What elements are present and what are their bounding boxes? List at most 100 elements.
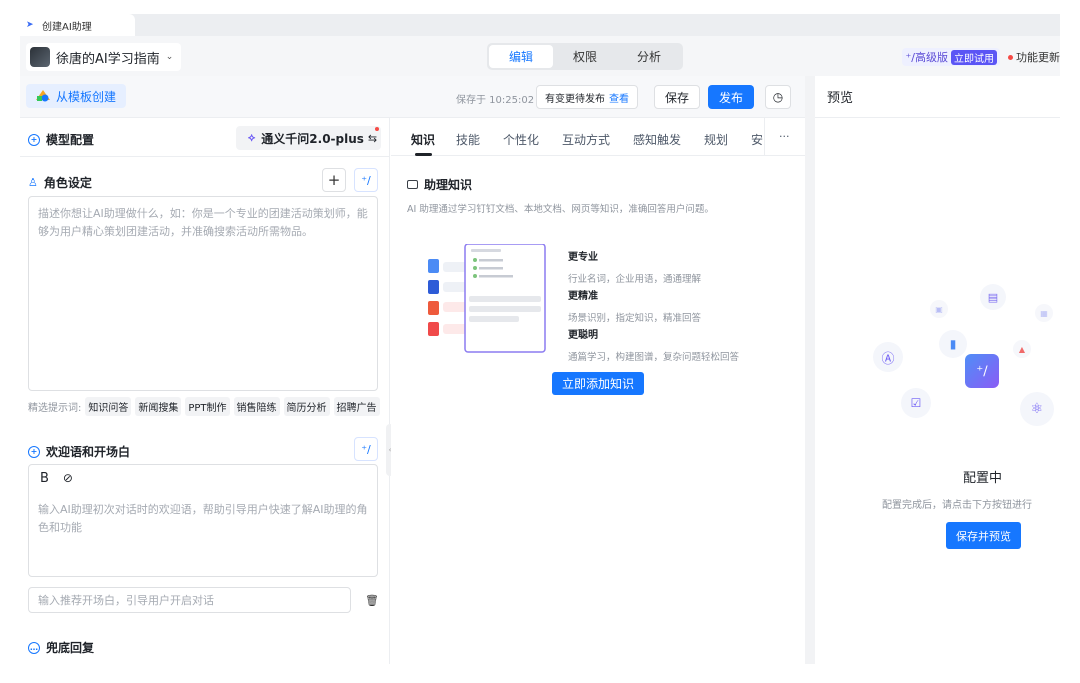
editor-panel: 从模板创建 保存于 10:25:02 有变更待发布 查看 保存 发布 ◷ + 模… [20,76,805,664]
browser-tab-title: 创建AI助理 [42,21,92,33]
create-from-template-button[interactable]: 从模板创建 [26,84,127,108]
model-config-header[interactable]: + 模型配置 [28,131,94,148]
agent-name: 徐唐的AI学习指南 [56,51,160,67]
notification-dot [375,127,379,131]
example-chip[interactable]: 简历分析 [283,397,330,416]
more-icon[interactable]: ··· [779,130,790,143]
plus-circle-icon: + [28,133,40,146]
pro-badge[interactable]: ⁺∕ 高级版 立即试用 [902,48,1000,66]
feature-title: 更精准 [568,291,598,302]
save-button[interactable]: 保存 [654,85,701,109]
trash-icon[interactable]: 🗑︎ [365,594,379,607]
pdf-icon: ▲ [1013,340,1031,358]
ai-assistant-icon: ⁺∕ [965,354,999,388]
pro-trial-button[interactable]: 立即试用 [951,49,997,65]
pro-label: 高级版 [915,51,948,64]
feature-desc: 行业名词，企业用语，通通理解 [568,274,702,285]
example-chip[interactable]: 知识问答 [85,397,132,416]
capability-tabs: 知识 技能 个性化 互动方式 感知触发 规划 安 ··· [391,118,805,156]
top-right-actions: ⁺∕ 高级版 立即试用 功能更新 [902,48,1060,66]
publish-button[interactable]: 发布 [708,85,754,109]
opener-input[interactable]: 输入推荐开场白，引导用户开启对话 [28,587,351,613]
welcome-header[interactable]: + 欢迎语和开场白 [28,443,130,460]
bold-icon[interactable]: B [40,471,49,486]
save-and-preview-button[interactable]: 保存并预览 [946,522,1021,549]
tab-personalization[interactable]: 个性化 [503,131,539,148]
example-chip[interactable]: 销售陪练 [233,397,280,416]
knowledge-illustration [427,243,557,358]
divider [20,156,390,157]
opener-placeholder: 输入推荐开场白，引导用户开启对话 [38,594,214,607]
fallback-section-title: 兜底回复 [46,641,95,655]
feature-item: 更专业 行业名词，企业用语，通通理解 [568,248,701,285]
plus-icon: + [327,171,341,189]
app-logo-icon: ➤ [26,20,34,30]
ai-optimize-button[interactable]: ⁺∕ [354,168,378,192]
preview-hint: 配置完成后，请点击下方按钮进行 [882,500,1032,511]
doc-icon: ▤ [980,284,1006,310]
tab-skills[interactable]: 技能 [456,131,480,148]
link-icon[interactable]: ⊘ [63,471,73,486]
ai-optimize-button[interactable]: ⁺∕ [354,437,378,461]
magic-wand-icon: ⁺∕ [361,442,371,456]
welcome-placeholder: 输入AI助理初次对话时的欢迎语，帮助引导用户快速了解AI助理的角色和功能 [38,503,368,534]
magic-wand-icon: ⁺∕ [361,173,371,187]
app-window: ➤ 创建AI助理 徐唐的AI学习指南 ⌄ 编辑 权限 分析 ⁺∕ 高级版 立即试… [20,14,1060,664]
role-header: ♙ 角色设定 [28,174,92,191]
knowledge-title: 助理知识 [407,176,472,193]
feature-desc: 场景识别，指定知识，精准回答 [568,313,702,324]
mode-tabs: 编辑 权限 分析 [487,43,683,70]
model-icon: ⟡ [248,131,256,144]
example-chip[interactable]: PPT制作 [185,397,230,416]
welcome-section-title: 欢迎语和开场白 [46,445,131,459]
feature-title: 更专业 [568,252,598,263]
example-chip[interactable]: 新闻搜集 [135,397,182,416]
config-column: + 模型配置 ⟡ 通义千问2.0-plus ⇆ ♙ 角色设定 + ⁺∕ 描述你想… [20,118,394,664]
tab-analytics[interactable]: 分析 [617,45,681,68]
fallback-header[interactable]: … 兜底回复 [28,639,94,656]
tab-planning[interactable]: 规划 [704,131,728,148]
role-textarea[interactable]: 描述你想让AI助理做什么，如：你是一个专业的团建活动策划师，能够为用户精心策划团… [28,196,378,391]
database-icon [407,180,418,189]
add-knowledge-button[interactable]: 立即添加知识 [552,372,644,395]
tab-knowledge[interactable]: 知识 [411,131,435,148]
history-button[interactable]: ◷ [765,85,791,109]
feature-update-link[interactable]: 功能更新 [1008,49,1060,65]
model-selector[interactable]: ⟡ 通义千问2.0-plus ⇆ [236,126,381,150]
browser-tab[interactable]: ➤ 创建AI助理 [20,14,135,36]
tab-perception[interactable]: 感知触发 [633,131,681,148]
preview-panel: 预览 ▤ ▣ ▦ ▮ ▲ Ⓐ ⁺∕ ☑ ⚛ 配置中 配置完成后，请点击下方按钮进… [815,76,1060,664]
active-tab-indicator [415,153,432,156]
example-chip[interactable]: 招聘广告 [333,397,380,416]
compass-icon: Ⓐ [873,342,903,372]
feature-item: 更精准 场景识别，指定知识，精准回答 [568,287,701,324]
rich-text-toolbar: B ⊘ [40,471,73,486]
grid-icon: ▦ [1035,304,1053,322]
tab-security[interactable]: 安 [751,131,763,148]
pending-changes: 有变更待发布 查看 [536,85,638,109]
examples-label: 精选提示词: [28,403,82,414]
add-button[interactable]: + [322,168,346,192]
agent-selector[interactable]: 徐唐的AI学习指南 ⌄ [26,43,182,71]
atom-icon: ⚛ [1020,392,1054,426]
chevron-down-icon: ⌄ [165,52,174,62]
tab-interaction[interactable]: 互动方式 [562,131,610,148]
feature-item: 更聪明 通篇学习，构建图谱，复杂问题轻松回答 [568,326,739,363]
browser-tabstrip: ➤ 创建AI助理 [20,14,1060,36]
feature-title: 更聪明 [568,330,598,341]
pending-text: 有变更待发布 [545,93,605,105]
user-icon: ♙ [28,176,38,189]
magic-wand-icon: ⁺∕ [905,50,915,64]
chat-icon: … [28,641,40,654]
divider [764,118,765,156]
welcome-editor[interactable]: 输入AI助理初次对话时的欢迎语，帮助引导用户快速了解AI助理的角色和功能 [28,464,378,577]
notification-dot [1008,54,1013,60]
preview-illustration: ▤ ▣ ▦ ▮ ▲ Ⓐ ⁺∕ ☑ ⚛ [865,276,1060,446]
top-bar: 徐唐的AI学习指南 ⌄ 编辑 权限 分析 ⁺∕ 高级版 立即试用 功能更新 [20,36,1060,76]
tab-permissions[interactable]: 权限 [553,45,617,68]
view-changes-link[interactable]: 查看 [609,90,629,105]
tab-edit[interactable]: 编辑 [489,45,553,68]
knowledge-column: 知识 技能 个性化 互动方式 感知触发 规划 安 ··· 助理知识 AI 助理通… [391,118,805,664]
prompt-examples: 精选提示词: 知识问答 新闻搜集 PPT制作 销售陪练 简历分析 招聘广告 [28,397,383,416]
knowledge-description: AI 助理通过学习钉钉文档、本地文档、网页等知识，准确回答用户问题。 [407,204,714,215]
